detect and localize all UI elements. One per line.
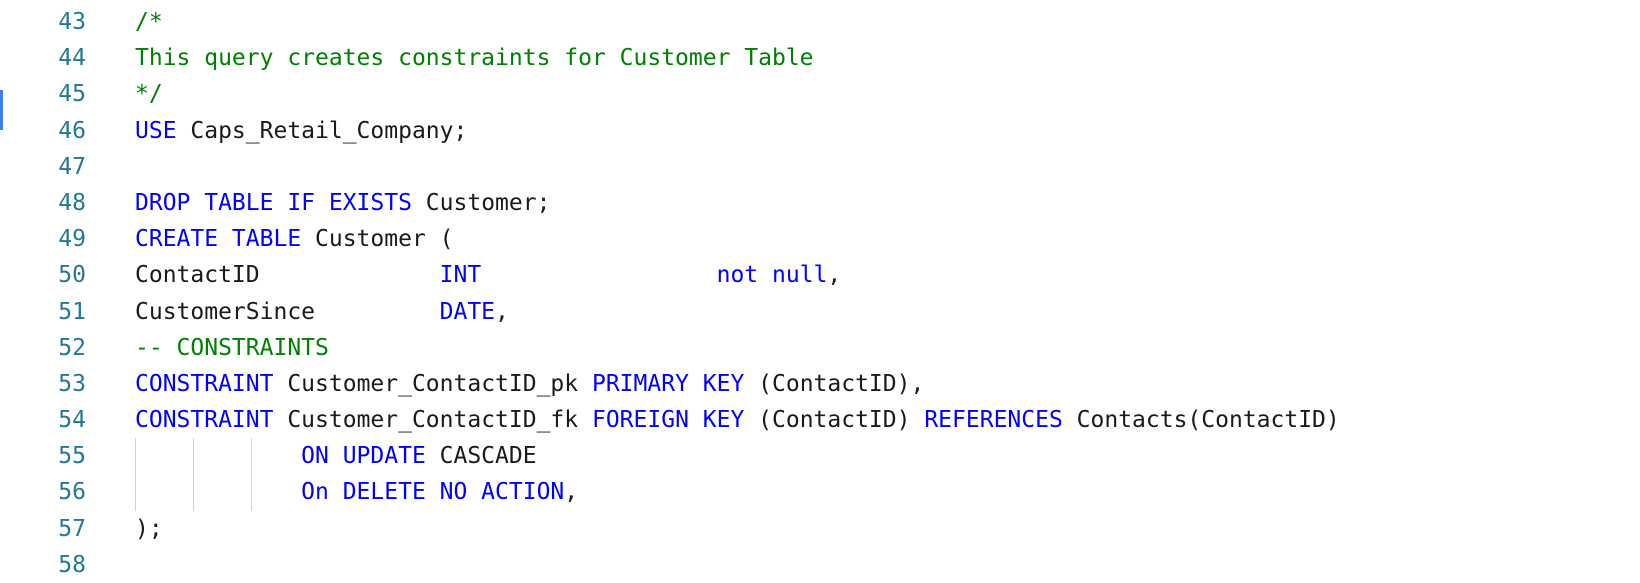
code-text[interactable]: ContactID INT not null, <box>135 257 841 293</box>
code-line[interactable]: 53 CONSTRAINT Customer_ContactID_pk PRIMA… <box>0 366 1640 402</box>
code-text[interactable]: This query creates constraints for Custo… <box>135 40 814 76</box>
sql-text: ContactID <box>135 262 440 289</box>
sql-keyword: FOREIGN KEY <box>591 407 745 434</box>
line-number: 54 <box>58 407 86 434</box>
line-number: 51 <box>58 298 86 325</box>
sql-comment: */ <box>135 81 163 108</box>
code-text[interactable]: CONSTRAINT Customer_ContactID_pk PRIMARY… <box>135 366 924 402</box>
sql-text: , <box>495 298 509 325</box>
code-text[interactable]: -- CONSTRAINTS <box>135 330 329 366</box>
code-line[interactable]: 58 <box>0 547 1640 583</box>
line-number: 56 <box>58 479 86 506</box>
code-text[interactable]: DROP TABLE IF EXISTS Customer; <box>135 185 550 221</box>
code-line[interactable]: 45 */ <box>0 76 1640 112</box>
sql-keyword: REFERENCES <box>924 407 1063 434</box>
code-text[interactable]: CustomerSince DATE, <box>135 294 509 330</box>
sql-keyword: DROP TABLE IF EXISTS <box>135 189 412 216</box>
sql-keyword: USE <box>135 117 177 144</box>
line-number: 53 <box>58 370 86 397</box>
code-line[interactable]: 49 CREATE TABLE Customer ( <box>0 221 1640 257</box>
sql-text: (ContactID), <box>744 370 925 397</box>
sql-keyword: CONSTRAINT <box>135 407 274 434</box>
code-text[interactable]: USE Caps_Retail_Company; <box>135 113 467 149</box>
line-number: 47 <box>58 153 86 180</box>
sql-text: Caps_Retail_Company; <box>176 117 468 144</box>
line-number: 46 <box>58 117 86 144</box>
sql-comment: /* <box>135 9 163 35</box>
indent-guide <box>135 474 136 511</box>
code-line[interactable]: 52 -- CONSTRAINTS <box>0 330 1640 366</box>
sql-text: (ContactID) <box>744 407 925 434</box>
code-line[interactable]: 43 /* <box>0 4 1640 40</box>
indent-guide <box>193 438 194 475</box>
code-line[interactable]: 47 <box>0 149 1640 185</box>
sql-text: , <box>564 479 579 506</box>
sql-comment: -- CONSTRAINTS <box>135 334 329 361</box>
sql-keyword: not null <box>716 262 828 289</box>
sql-keyword: PRIMARY KEY <box>591 370 745 397</box>
code-line[interactable]: 55 ON UPDATE CASCADE <box>0 438 1640 475</box>
sql-keyword: CONSTRAINT <box>135 370 274 397</box>
line-number: 55 <box>58 443 86 470</box>
code-line[interactable]: 48 DROP TABLE IF EXISTS Customer; <box>0 185 1640 221</box>
code-text[interactable]: ON UPDATE CASCADE <box>135 438 537 474</box>
code-line[interactable]: 54 CONSTRAINT Customer_ContactID_fk FOREI… <box>0 402 1640 438</box>
sql-text: CustomerSince <box>135 298 440 325</box>
code-line[interactable]: 46 USE Caps_Retail_Company; <box>0 113 1640 149</box>
code-line[interactable]: 57); <box>0 511 1640 547</box>
sql-text: ); <box>135 515 163 542</box>
sql-keyword: DATE <box>439 298 496 325</box>
code-line[interactable]: 56 On DELETE NO ACTION, <box>0 474 1640 511</box>
sql-text: Contacts(ContactID) <box>1062 407 1340 434</box>
sql-text: Customer; <box>411 189 551 216</box>
code-text[interactable]: /* <box>135 4 163 40</box>
sql-text: , <box>827 262 842 289</box>
sql-text: Customer_ContactID_fk <box>273 407 592 434</box>
sql-keyword: CREATE TABLE <box>135 226 302 253</box>
line-number: 44 <box>58 45 86 72</box>
line-number: 58 <box>58 551 86 578</box>
sql-keyword: ON UPDATE <box>301 443 426 470</box>
indent-guide <box>135 438 136 475</box>
sql-text: Customer_ContactID_pk <box>273 370 592 397</box>
line-number: 57 <box>58 515 86 542</box>
code-line[interactable]: 44 This query creates constraints for Cus… <box>0 40 1640 76</box>
code-text[interactable]: */ <box>135 76 163 112</box>
code-line[interactable]: 51 CustomerSince DATE, <box>0 294 1640 330</box>
sql-text: CASCADE <box>425 443 537 470</box>
line-number: 49 <box>58 226 86 253</box>
line-number: 43 <box>58 9 86 35</box>
code-text[interactable]: CONSTRAINT Customer_ContactID_fk FOREIGN… <box>135 402 1340 438</box>
indent-guide <box>251 474 252 511</box>
sql-keyword: INT <box>439 262 482 289</box>
sql-keyword: On DELETE NO ACTION <box>301 479 565 506</box>
line-number: 50 <box>58 262 86 289</box>
sql-text: Customer ( <box>301 226 454 253</box>
code-line[interactable]: 50 ContactID INT not null, <box>0 257 1640 293</box>
line-number: 45 <box>58 81 86 108</box>
indent-guide <box>193 474 194 511</box>
code-text[interactable]: CREATE TABLE Customer ( <box>135 221 454 257</box>
code-editor[interactable]: 43 /* 44 This query creates constraints for… <box>0 0 1640 582</box>
line-number: 48 <box>58 189 86 216</box>
code-text[interactable]: On DELETE NO ACTION, <box>135 474 578 510</box>
code-text[interactable]: ); <box>135 511 163 547</box>
indent-guide <box>251 438 252 475</box>
sql-comment: This query creates constraints for Custo… <box>135 45 814 72</box>
line-number: 52 <box>58 334 86 361</box>
code-lines[interactable]: 43 /* 44 This query creates constraints for… <box>0 4 1640 583</box>
